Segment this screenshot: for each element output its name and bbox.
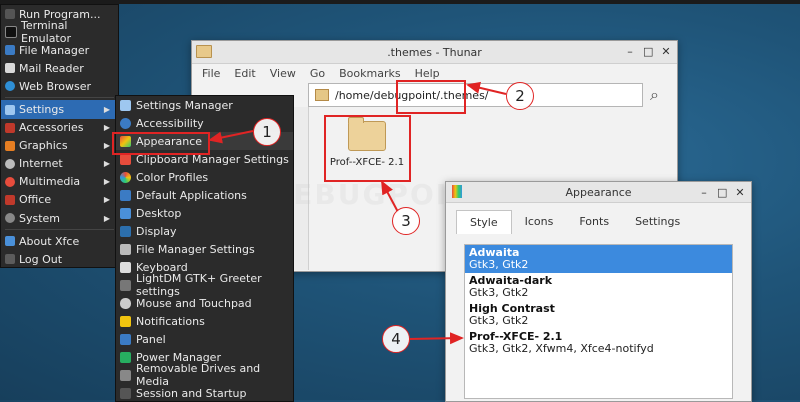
callout-3: 3 bbox=[392, 207, 420, 235]
callout-4: 4 bbox=[382, 325, 410, 353]
callout-1: 1 bbox=[253, 118, 281, 146]
arrow-4 bbox=[407, 332, 464, 345]
arrow-1 bbox=[208, 130, 254, 144]
arrow-3 bbox=[381, 180, 399, 213]
arrow-2 bbox=[466, 81, 507, 95]
callout-2: 2 bbox=[506, 82, 534, 110]
